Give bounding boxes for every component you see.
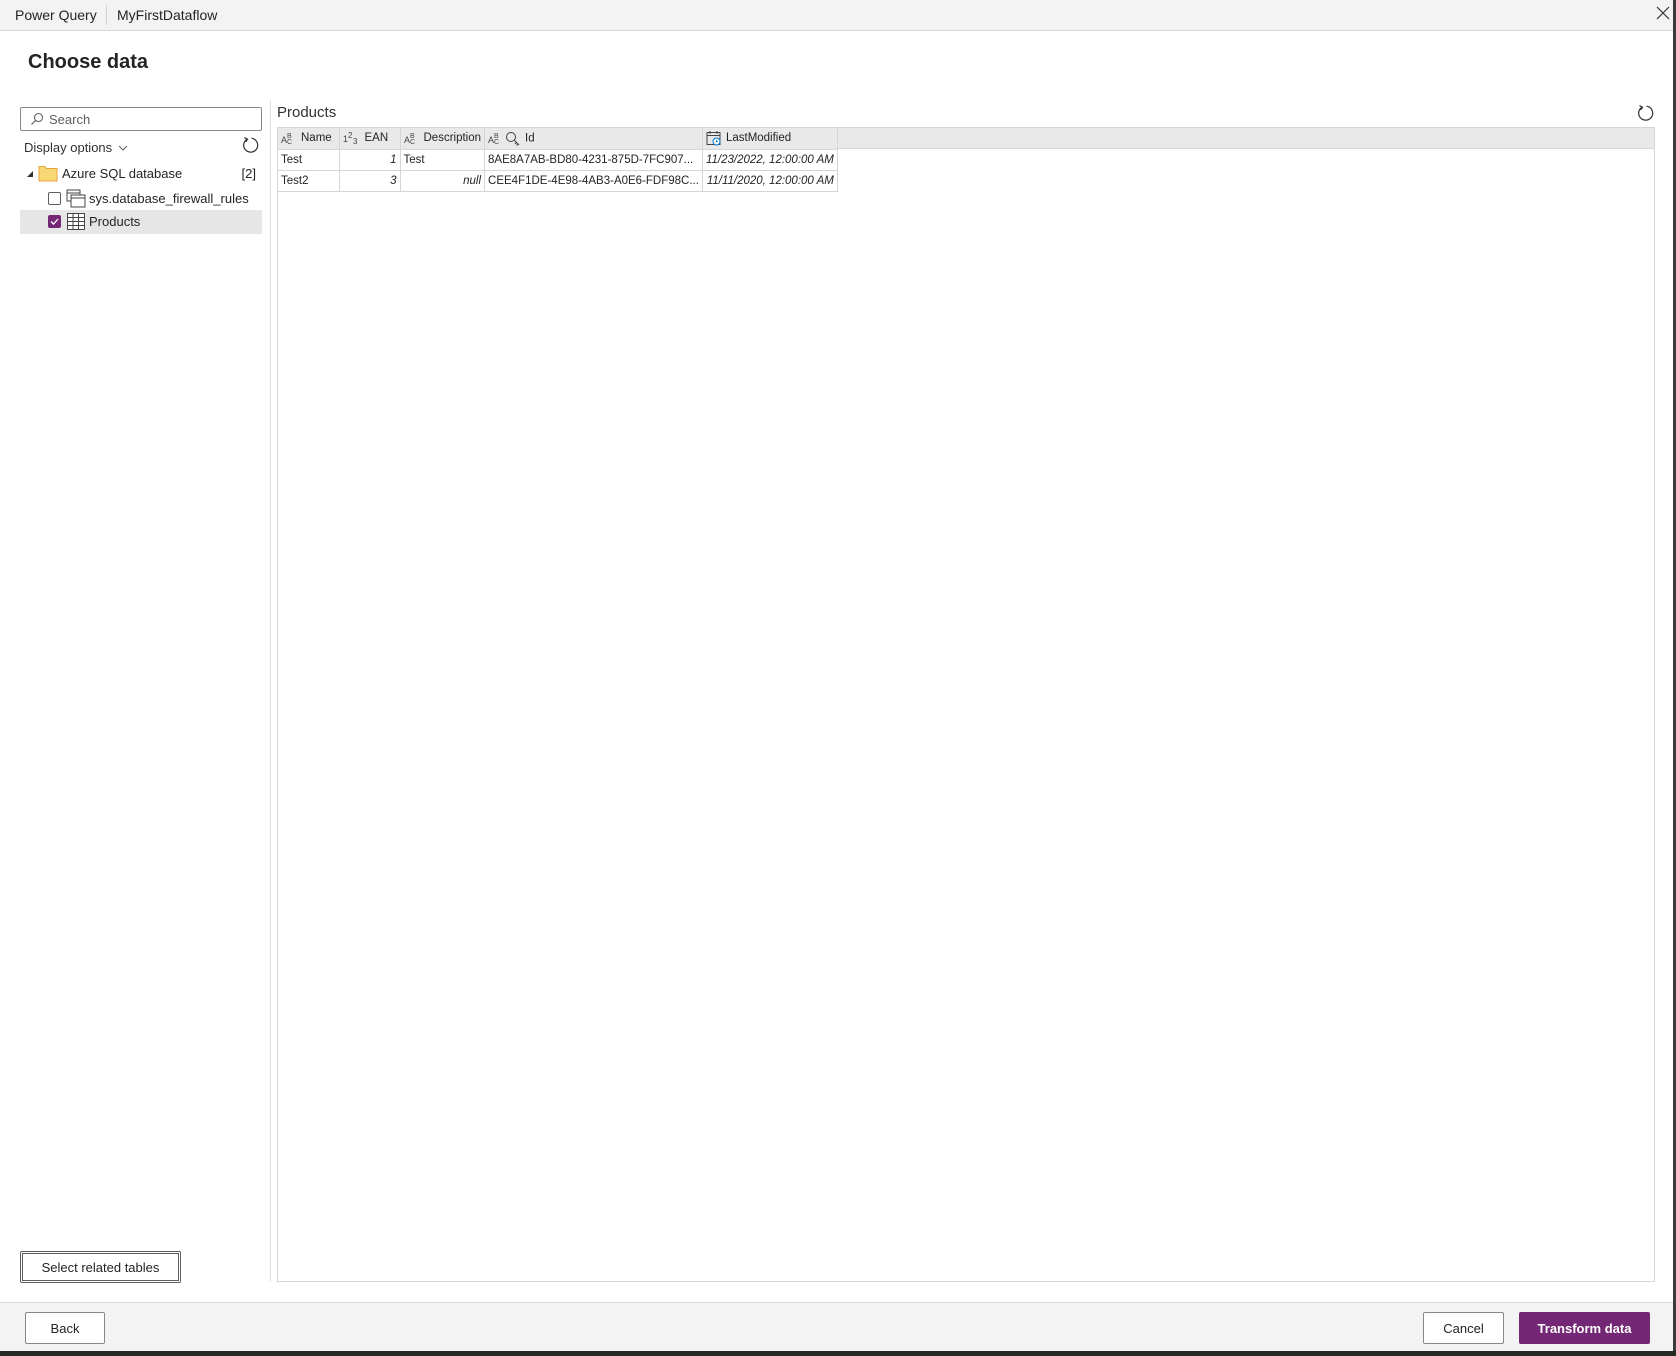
column-header-id[interactable]: A B C Id (484, 128, 703, 150)
app-name: Power Query (15, 7, 97, 23)
tree-item-products[interactable]: Products (20, 210, 262, 234)
table-row: Test 1 Test 8AE8A7AB-BD80-4231-875D-7FC9… (278, 148, 838, 171)
text-type-icon: A B C (281, 133, 292, 145)
cell-ean: 3 (338, 169, 401, 192)
document-name: MyFirstDataflow (117, 7, 218, 23)
svg-text:3: 3 (353, 137, 358, 145)
page-title: Choose data (28, 51, 149, 73)
cell-ean: 1 (338, 148, 401, 171)
text-type-icon: A B C (404, 133, 415, 145)
svg-text:C: C (410, 139, 415, 145)
checkbox-unchecked[interactable] (48, 192, 61, 205)
display-options-label: Display options (24, 140, 113, 155)
svg-text:C: C (287, 139, 292, 145)
key-icon (506, 131, 520, 146)
back-button[interactable]: Back (25, 1312, 105, 1344)
column-header-ean[interactable]: 1 2 3 EAN (338, 128, 401, 150)
folder-icon (38, 166, 58, 182)
tree-source-count: [2] (241, 166, 256, 181)
cell-id: CEE4F1DE-4E98-4AB3-A0E6-FDF98C... (484, 169, 703, 192)
expand-triangle-icon[interactable] (26, 170, 34, 178)
svg-text:C: C (494, 139, 499, 145)
text-type-icon: A B C (488, 133, 499, 145)
tree-item-label: sys.database_firewall_rules (89, 191, 249, 206)
search-input[interactable] (49, 110, 254, 128)
number-type-icon: 1 2 3 (343, 131, 358, 145)
select-related-tables-button[interactable]: Select related tables (20, 1251, 181, 1283)
cell-id: 8AE8A7AB-BD80-4231-875D-7FC907... (484, 148, 703, 171)
refresh-icon[interactable] (241, 136, 259, 154)
datetime-type-icon (706, 131, 721, 146)
column-header-name[interactable]: A B C Name (278, 128, 340, 150)
search-box[interactable] (20, 107, 262, 131)
window-border-bottom (0, 1351, 1676, 1356)
footer-bar: Back Cancel Transform data (0, 1302, 1673, 1351)
checkmark-icon (50, 218, 59, 225)
cell-name: Test (278, 148, 340, 171)
transform-data-button[interactable]: Transform data (1519, 1312, 1650, 1344)
cell-description: null (399, 169, 486, 192)
data-preview-table: A B C Name 1 2 3 EAN A B C Description A… (278, 128, 838, 192)
view-icon (66, 189, 86, 208)
cell-name: Test2 (278, 169, 340, 192)
search-icon (31, 112, 44, 125)
title-divider (106, 5, 107, 25)
column-header-description[interactable]: A B C Description (399, 128, 486, 150)
close-icon[interactable] (1654, 4, 1672, 22)
preview-title: Products (277, 104, 337, 121)
column-header-lastmodified[interactable]: LastModified (701, 128, 838, 150)
table-row: Test2 3 null CEE4F1DE-4E98-4AB3-A0E6-FDF… (278, 169, 838, 192)
cell-lastmodified: 11/11/2020, 12:00:00 AM (701, 169, 838, 192)
checkbox-checked[interactable] (48, 215, 61, 228)
refresh-icon[interactable] (1636, 104, 1654, 122)
cell-lastmodified: 11/23/2022, 12:00:00 AM (701, 148, 838, 171)
tree-item-label: Products (89, 214, 141, 229)
cell-description: Test (399, 148, 486, 171)
chevron-down-icon (118, 145, 128, 151)
panel-divider (270, 100, 271, 1282)
display-options-dropdown[interactable]: Display options (24, 140, 128, 155)
tree-source-label: Azure SQL database (62, 166, 183, 181)
tree-source-azure-sql-database[interactable]: Azure SQL database [2] (20, 162, 262, 186)
cancel-button[interactable]: Cancel (1423, 1312, 1504, 1344)
table-icon (67, 213, 85, 230)
tree-item-sys-database-firewall-rules[interactable]: sys.database_firewall_rules (20, 187, 262, 211)
preview-grid: A B C Name 1 2 3 EAN A B C Description A… (277, 127, 1655, 1282)
title-bar: Power Query MyFirstDataflow (0, 0, 1676, 31)
